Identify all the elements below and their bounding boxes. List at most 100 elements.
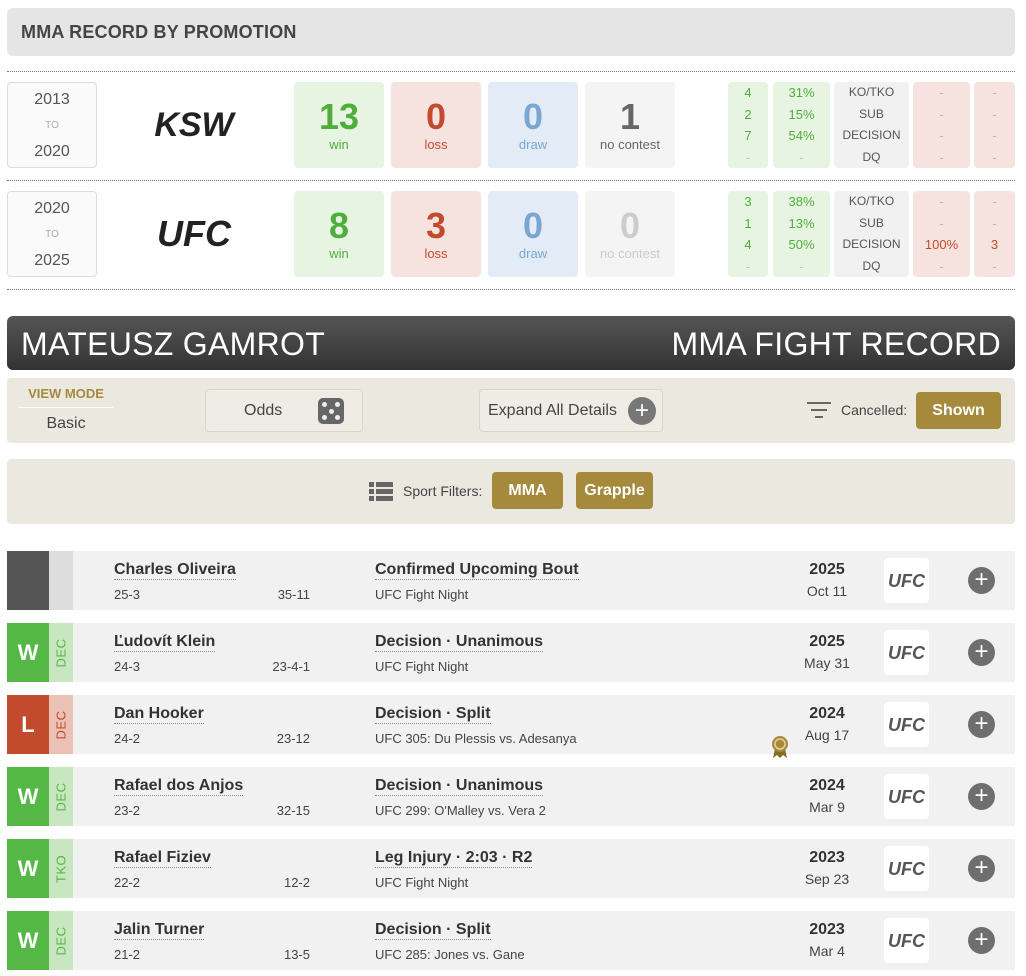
opponent-link[interactable]: Dan Hooker (114, 705, 204, 724)
ufc-logo-text: UFC (157, 215, 232, 251)
ksw-logo[interactable]: KSW (147, 106, 241, 142)
expand-all-button[interactable]: Expand All Details + (479, 389, 663, 432)
fight-row[interactable]: W DEC Ľudovít Klein 24-3 23-4-1 Decision… (7, 623, 1015, 682)
dice-icon (318, 398, 344, 424)
draw-count: 0 (522, 205, 544, 246)
win-ko-count: 4 (744, 85, 752, 100)
fight-row[interactable]: L DEC Dan Hooker 24-2 23-12 Decision · S… (7, 695, 1015, 758)
loss-ko-pct: - (939, 85, 944, 100)
outcome-link[interactable]: Confirmed Upcoming Bout (375, 561, 579, 580)
year-range: 2013 TO 2020 (7, 82, 97, 168)
loss-ko-count: - (992, 194, 997, 209)
loss-method-counts: - - - - (974, 82, 1015, 168)
expand-plus-icon[interactable]: + (968, 639, 995, 666)
outcome-link[interactable]: Decision · Unanimous (375, 633, 544, 652)
opponent-link[interactable]: Jalin Turner (114, 921, 205, 940)
expand-plus-icon[interactable]: + (968, 567, 995, 594)
year-to: 2025 (34, 252, 70, 269)
org-logo[interactable]: UFC (884, 558, 929, 603)
fight-year: 2023 (809, 849, 845, 866)
loss-dec-pct: 100% (924, 237, 959, 252)
expand-plus-icon[interactable]: + (968, 783, 995, 810)
outcome-link[interactable]: Decision · Unanimous (375, 777, 544, 796)
section-title: MMA RECORD BY PROMOTION (21, 22, 297, 42)
fight-row[interactable]: W TKO Rafael Fiziev 22-2 12-2 Leg Injury… (7, 839, 1015, 898)
event-name: UFC Fight Night (375, 875, 469, 890)
event-name: UFC Fight Night (375, 587, 469, 602)
win-method-counts: 3 1 4 - (728, 191, 768, 277)
outcome-link[interactable]: Decision · Split (375, 921, 491, 940)
opponent-record: 32-15 (276, 803, 310, 818)
opponent-link[interactable]: Rafael dos Anjos (114, 777, 244, 796)
filter-grapple-button[interactable]: Grapple (576, 472, 653, 509)
expand-plus-icon[interactable]: + (968, 855, 995, 882)
method-tag: TKO (49, 839, 73, 898)
event-name: UFC 299: O'Malley vs. Vera 2 (375, 803, 546, 818)
no-contest-count: 1 (619, 96, 641, 137)
win-box: 8 win (294, 191, 384, 277)
win-label: win (329, 246, 349, 261)
loss-dec-count: - (992, 128, 997, 143)
win-dq-count: - (745, 258, 751, 274)
cancelled-shown-toggle[interactable]: Shown (916, 392, 1001, 429)
outcome-link[interactable]: Decision · Split (375, 705, 491, 724)
outcome-link[interactable]: Leg Injury · 2:03 · R2 (375, 849, 533, 868)
fight-row[interactable]: Charles Oliveira 25-3 35-11 Confirmed Up… (7, 551, 1015, 610)
divider (7, 71, 1015, 72)
win-sub-pct: 13% (788, 215, 815, 231)
expand-plus-icon[interactable]: + (968, 927, 995, 954)
draw-count: 0 (522, 96, 544, 137)
opponent-link[interactable]: Rafael Fiziev (114, 849, 211, 868)
method-label-ko: KO/TKO (848, 85, 895, 99)
opponent-record: 35-11 (277, 587, 310, 602)
year-to-label: TO (45, 120, 59, 131)
loss-sub-count: - (992, 215, 997, 231)
fight-row[interactable]: W DEC Rafael dos Anjos 23-2 32-15 Decisi… (7, 767, 1015, 826)
loss-ko-count: - (992, 85, 997, 100)
org-logo[interactable]: UFC (884, 846, 929, 891)
method-labels: KO/TKO SUB DECISION DQ (834, 191, 909, 277)
loss-dq-pct: - (939, 149, 944, 165)
divider (7, 289, 1015, 290)
filter-mma-button[interactable]: MMA (492, 472, 563, 509)
fight-year: 2024 (809, 777, 845, 794)
loss-sub-pct: - (939, 106, 944, 122)
odds-button[interactable]: Odds (205, 389, 363, 432)
loss-label: loss (424, 246, 448, 261)
result-badge: W (7, 839, 49, 898)
opponent-link[interactable]: Ľudovít Klein (114, 633, 216, 652)
filter-icon[interactable] (807, 402, 831, 420)
opponent-link[interactable]: Charles Oliveira (114, 561, 236, 580)
fighter-record: 23-2 (114, 803, 141, 818)
win-sub-count: 2 (744, 106, 752, 122)
list-icon (369, 482, 393, 501)
win-dec-count: 4 (744, 237, 752, 252)
ufc-logo[interactable]: UFC (147, 215, 241, 251)
org-logo[interactable]: UFC (884, 774, 929, 819)
loss-dec-pct: - (939, 128, 944, 143)
no-contest-count: 0 (619, 205, 641, 246)
loss-box: 3 loss (391, 191, 481, 277)
promotion-row-ksw: 2013 TO 2020 KSW 13 win 0 loss 0 draw 1 … (7, 82, 1015, 170)
result-badge: W (7, 911, 49, 970)
view-mode-select[interactable]: Basic (19, 415, 113, 433)
win-dec-count: 7 (744, 128, 752, 143)
year-to: 2020 (34, 143, 70, 160)
method-tag: DEC (49, 767, 73, 826)
loss-sub-pct: - (939, 215, 944, 231)
fight-date: Mar 4 (809, 943, 845, 959)
method-tag-text: DEC (53, 710, 69, 739)
fight-row[interactable]: W DEC Jalin Turner 21-2 13-5 Decision · … (7, 911, 1015, 970)
fight-date: Mar 9 (809, 799, 845, 815)
method-tag-text: DEC (53, 926, 69, 955)
fight-year: 2025 (809, 561, 845, 578)
loss-count: 0 (425, 96, 447, 137)
org-logo[interactable]: UFC (884, 918, 929, 963)
promotion-row-ufc: 2020 TO 2025 UFC 8 win 3 loss 0 draw 0 n… (7, 191, 1015, 279)
win-ko-pct: 31% (788, 85, 815, 100)
expand-plus-icon[interactable]: + (968, 711, 995, 738)
result-badge: W (7, 767, 49, 826)
org-logo[interactable]: UFC (884, 630, 929, 675)
org-logo[interactable]: UFC (884, 702, 929, 747)
method-tag-text: TKO (53, 854, 69, 883)
